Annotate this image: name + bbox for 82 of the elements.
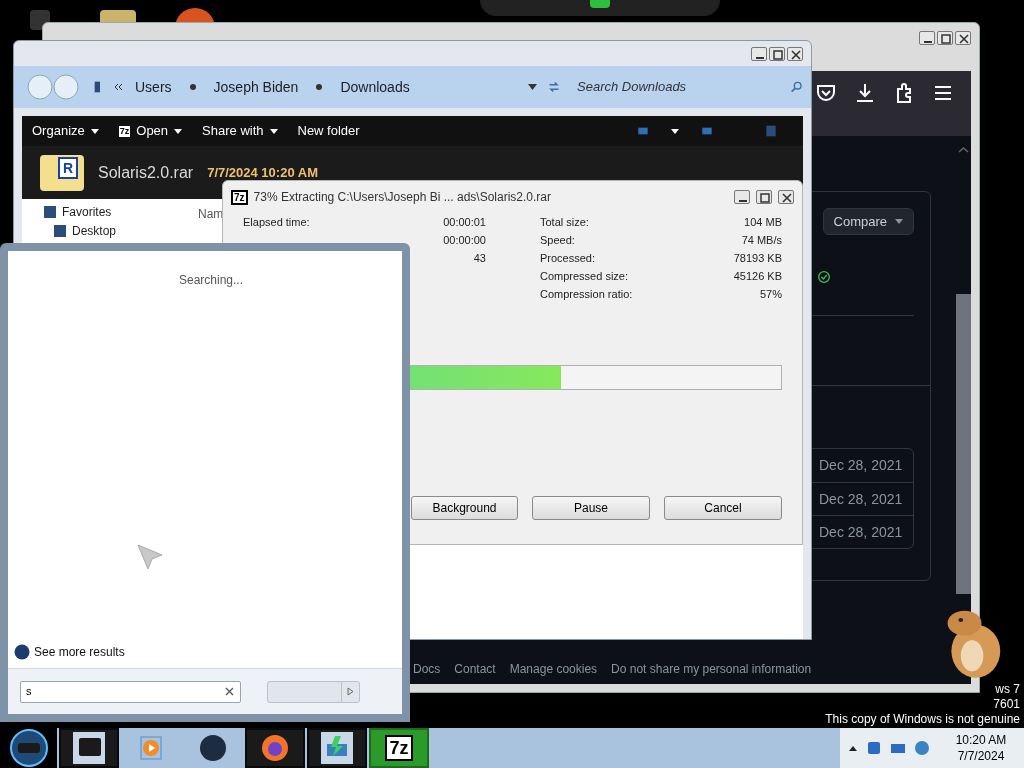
archive-icon: 7z <box>385 735 413 761</box>
taskbar-app[interactable] <box>59 728 119 768</box>
toolbar-button[interactable]: Organize <box>32 121 99 141</box>
app-icon: 7z <box>231 189 248 205</box>
watermark-text: 7601 <box>993 697 1020 712</box>
stat-value: 104 MB <box>744 214 782 230</box>
taskbar-app[interactable]: 7z <box>369 728 429 768</box>
maximize-button[interactable] <box>756 190 772 204</box>
stat-value: 00:00:01 <box>443 214 486 230</box>
nav-item[interactable]: Favorites <box>44 203 198 221</box>
archive-file-icon: R <box>40 154 84 191</box>
separator-icon <box>189 84 196 90</box>
stat-label: Compression ratio: <box>540 286 633 302</box>
caret-icon <box>895 219 903 224</box>
stat-value: 45126 KB <box>733 268 782 284</box>
search-field[interactable]: Search Downloads <box>577 77 789 97</box>
minimize-button[interactable] <box>751 46 767 61</box>
footer-link[interactable]: Do not share my personal information <box>611 660 812 678</box>
nav-item[interactable]: Desktop <box>44 222 198 240</box>
globe-icon <box>14 644 30 660</box>
stat-label: Elapsed time: <box>243 214 310 230</box>
clock-time[interactable]: 10:20 AM <box>955 732 1007 748</box>
check-circle-icon <box>816 269 832 285</box>
caret-icon[interactable] <box>528 84 537 90</box>
stat-label: Compressed size: <box>540 268 629 284</box>
maximize-button[interactable] <box>769 46 785 61</box>
footer-link[interactable]: Contact <box>454 660 496 678</box>
stat-value: 78193 KB <box>733 250 782 266</box>
start-button[interactable] <box>7 729 50 767</box>
globe-icon <box>197 732 229 764</box>
stat-value: 00:00:00 <box>443 232 486 248</box>
breadcrumb-item[interactable]: Joseph Biden <box>209 76 303 98</box>
firefox-icon <box>259 732 291 764</box>
stat-value: 43 <box>473 250 486 266</box>
file-modified: 7/7/2024 10:20 AM <box>207 163 318 182</box>
stat-label: Processed: <box>540 250 596 266</box>
installer-icon <box>321 732 353 764</box>
caret-icon <box>90 128 99 134</box>
dialog-button[interactable]: Background <box>411 496 518 520</box>
toolbar-button[interactable]: New folder <box>297 121 360 141</box>
taskbar-app[interactable] <box>245 728 305 768</box>
stat-value: 57% <box>759 286 782 302</box>
separator-icon <box>316 84 323 90</box>
archive-icon: 7z <box>118 125 131 137</box>
dialog-button[interactable]: Pause <box>532 496 650 520</box>
caret-icon <box>174 128 183 134</box>
chevron-icon[interactable] <box>114 83 123 91</box>
file-name: Solaris2.0.rar <box>98 162 194 183</box>
stat-label: Speed: <box>540 232 575 248</box>
caret-icon <box>269 128 278 134</box>
show-hidden-icons[interactable] <box>848 744 858 752</box>
dialog-button[interactable]: Cancel <box>664 496 782 520</box>
search-input[interactable]: s <box>26 683 225 700</box>
close-button[interactable] <box>955 31 971 45</box>
breadcrumb-item[interactable]: Users <box>131 76 176 98</box>
clock-date[interactable]: 7/7/2024 <box>957 748 1005 764</box>
minimize-button[interactable] <box>919 31 935 45</box>
toolbar-button[interactable]: Share with <box>202 121 278 141</box>
breadcrumb-item[interactable]: Downloads <box>336 76 414 98</box>
stat-label: Total size: <box>540 214 589 230</box>
maximize-button[interactable] <box>937 31 953 45</box>
see-more-results-link[interactable]: See more results <box>8 643 402 668</box>
watermark-text: This copy of Windows is not genuine <box>825 712 1020 727</box>
footer-link[interactable]: Manage cookies <box>509 660 598 678</box>
close-button[interactable] <box>787 46 803 61</box>
close-button[interactable] <box>778 190 794 204</box>
toolbar-button[interactable]: 7z Open <box>118 121 183 141</box>
search-field[interactable]: s <box>20 680 241 703</box>
compare-button[interactable]: Compare <box>822 208 914 235</box>
stat-value: 74 MB/s <box>741 232 782 248</box>
watermark-text: ws 7 <box>995 682 1020 697</box>
dialog-title: 73% Extracting C:\Users\Joseph Bi ... ads\Solaris2.0.rar <box>253 189 553 206</box>
mouse-pointer-icon <box>136 543 164 571</box>
search-icon <box>789 79 805 95</box>
search-status: Searching... <box>177 272 243 289</box>
desktop-icon <box>30 10 50 30</box>
caret-icon[interactable] <box>671 128 679 134</box>
taskbar-app[interactable] <box>307 728 367 768</box>
footer-link[interactable]: Docs <box>413 660 441 678</box>
release-date: Dec 28, 2021 <box>818 456 904 475</box>
clear-icon[interactable] <box>225 687 234 696</box>
minimize-button[interactable] <box>734 190 750 204</box>
